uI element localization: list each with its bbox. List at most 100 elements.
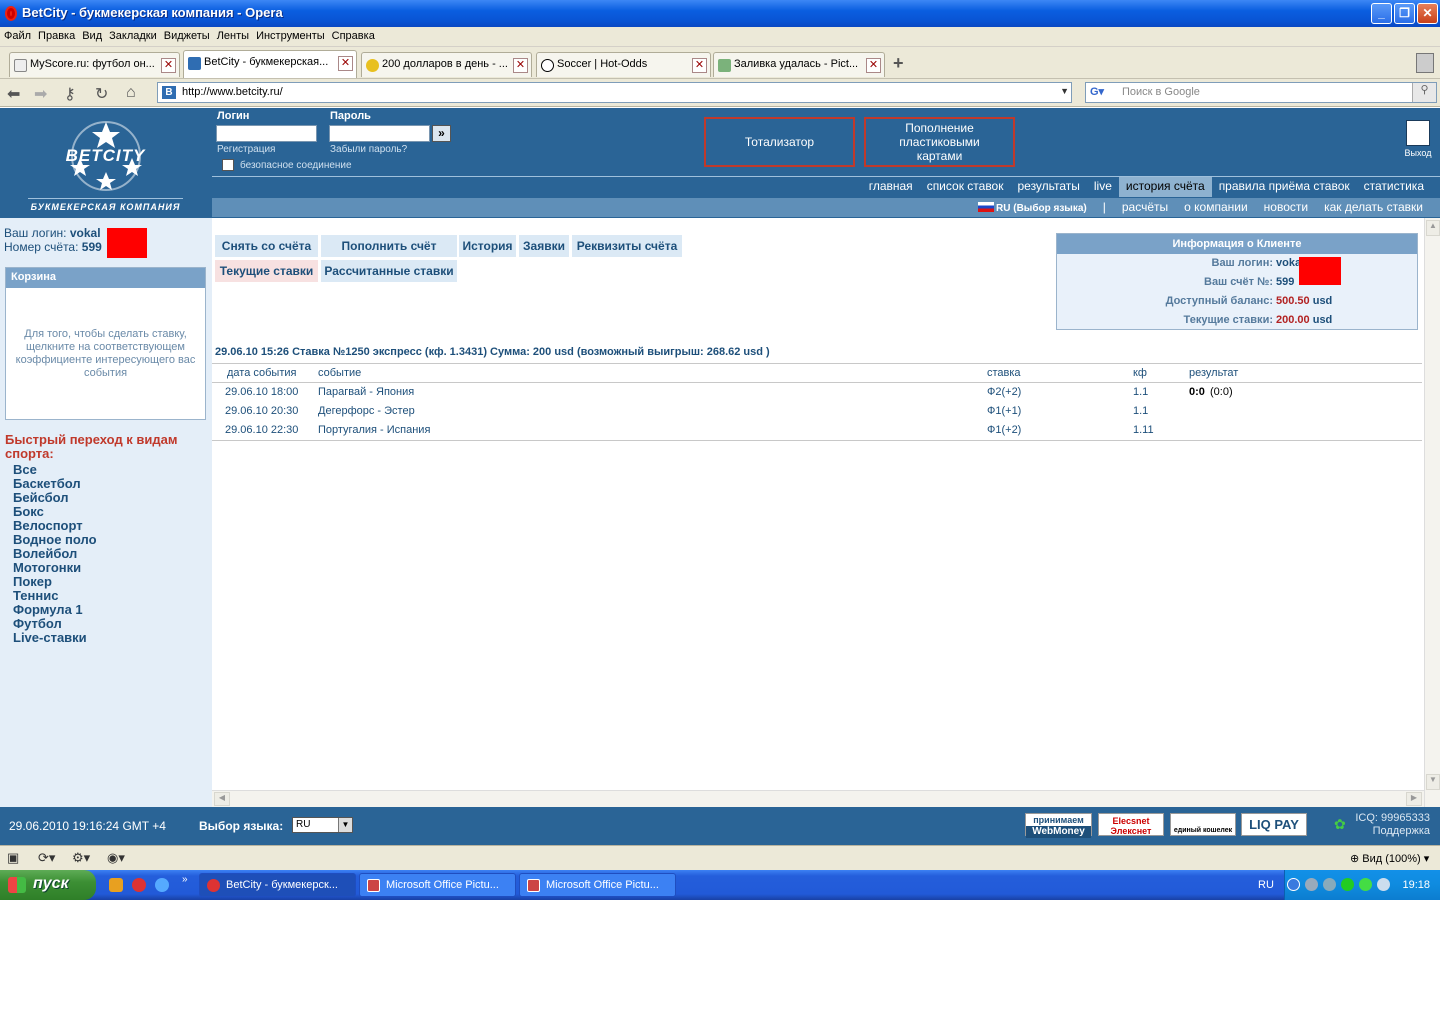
horizontal-scrollbar[interactable]: ◀ ▶ bbox=[212, 790, 1424, 807]
nav-results[interactable]: результаты bbox=[1010, 177, 1086, 197]
tab-close-icon[interactable]: ✕ bbox=[513, 58, 528, 73]
quicklaunch-more-icon[interactable]: » bbox=[182, 874, 188, 885]
withdraw-button[interactable]: Снять со счёта bbox=[215, 235, 318, 257]
input-language-indicator[interactable]: RU bbox=[1258, 879, 1274, 891]
history-button[interactable]: История bbox=[459, 235, 516, 257]
search-input[interactable]: G▾ Поиск в Google ⚲ bbox=[1085, 82, 1437, 103]
tab-close-icon[interactable]: ✕ bbox=[866, 58, 881, 73]
close-button[interactable]: ✕ bbox=[1417, 3, 1438, 24]
maximize-button[interactable]: ❐ bbox=[1394, 3, 1415, 24]
secure-connection-checkbox[interactable] bbox=[222, 159, 234, 171]
url-dropdown-icon[interactable]: ▼ bbox=[1060, 86, 1069, 96]
menu-tools[interactable]: Инструменты bbox=[252, 27, 328, 42]
sport-link-poker[interactable]: Покер bbox=[13, 575, 97, 589]
sport-link-cycling[interactable]: Велоспорт bbox=[13, 519, 97, 533]
back-icon[interactable]: ⬅ bbox=[7, 84, 20, 104]
google-icon[interactable]: G▾ bbox=[1090, 85, 1104, 99]
panel-toggle-icon[interactable]: ▣ bbox=[7, 850, 19, 866]
sport-link-live[interactable]: Live-ставки bbox=[13, 631, 97, 645]
elecsnet-badge[interactable]: Elecsnet Элекснет bbox=[1098, 813, 1164, 836]
tray-icq-icon[interactable] bbox=[1341, 878, 1354, 891]
zoom-level[interactable]: ⊕ Вид (100%) ▾ bbox=[1350, 852, 1429, 865]
footer-language-select[interactable]: RU ▼ bbox=[292, 817, 353, 833]
requisites-button[interactable]: Реквизиты счёта bbox=[572, 235, 682, 257]
totalizator-button[interactable]: Тотализатор bbox=[704, 117, 855, 167]
betcity-logo[interactable]: BETCITY БУКМЕКЕРСКАЯ КОМПАНИЯ bbox=[28, 114, 183, 214]
quicklaunch-icon[interactable] bbox=[109, 878, 123, 892]
ie-quicklaunch-icon[interactable] bbox=[155, 878, 169, 892]
tray-expand-icon[interactable] bbox=[1287, 878, 1300, 891]
settled-bets-button[interactable]: Рассчитанные ставки bbox=[321, 260, 457, 282]
tab-close-icon[interactable]: ✕ bbox=[161, 58, 176, 73]
current-bets-button[interactable]: Текущие ставки bbox=[215, 260, 318, 282]
nav-live[interactable]: live bbox=[1087, 177, 1119, 197]
sport-link-volleyball[interactable]: Волейбол bbox=[13, 547, 97, 561]
tab-close-icon[interactable]: ✕ bbox=[338, 56, 353, 71]
vertical-scrollbar[interactable]: ▲ ▼ bbox=[1424, 218, 1440, 807]
taskbar-item-office-1[interactable]: Microsoft Office Pictu... bbox=[359, 873, 516, 897]
deposit-button[interactable]: Пополнить счёт bbox=[321, 235, 457, 257]
nav-home[interactable]: главная bbox=[862, 177, 920, 197]
reload-icon[interactable]: ↻ bbox=[95, 84, 108, 104]
sport-link-baseball[interactable]: Бейсбол bbox=[13, 491, 97, 505]
unite-icon[interactable]: ⚙▾ bbox=[72, 850, 90, 866]
sport-link-formula1[interactable]: Формула 1 bbox=[13, 603, 97, 617]
login-input[interactable] bbox=[216, 125, 317, 142]
sport-link-basketball[interactable]: Баскетбол bbox=[13, 477, 97, 491]
language-selector[interactable]: RU (Выбор языка) bbox=[970, 200, 1095, 214]
tray-check-icon[interactable] bbox=[1359, 878, 1372, 891]
url-input[interactable]: B http://www.betcity.ru/ ▼ bbox=[157, 82, 1072, 103]
icq-support[interactable]: ✿ ICQ: 99965333 Поддержка bbox=[1334, 812, 1430, 838]
nav-bet-list[interactable]: список ставок bbox=[920, 177, 1011, 197]
liqpay-badge[interactable]: LIQ PAY bbox=[1241, 813, 1307, 836]
nav-statistics[interactable]: статистика bbox=[1357, 177, 1431, 197]
tray-network-icon[interactable] bbox=[1305, 878, 1318, 891]
nav-settlements[interactable]: расчёты bbox=[1114, 198, 1176, 214]
tray-agent-icon[interactable] bbox=[1377, 878, 1390, 891]
minimize-button[interactable]: _ bbox=[1371, 3, 1392, 24]
nav-how-to-bet[interactable]: как делать ставки bbox=[1316, 198, 1431, 214]
wallet-badge[interactable]: единый кошелек bbox=[1170, 813, 1236, 836]
password-input[interactable] bbox=[329, 125, 430, 142]
tab-hot-odds[interactable]: Soccer | Hot-Odds ✕ bbox=[536, 52, 711, 77]
menu-edit[interactable]: Правка bbox=[34, 27, 78, 42]
sport-link-football[interactable]: Футбол bbox=[13, 617, 97, 631]
start-button[interactable]: пуск bbox=[0, 870, 96, 900]
menu-widgets[interactable]: Виджеты bbox=[160, 27, 213, 42]
search-icon[interactable]: ⚲ bbox=[1412, 83, 1436, 102]
forgot-password-link[interactable]: Забыли пароль? bbox=[330, 144, 407, 155]
sport-link-boxing[interactable]: Бокс bbox=[13, 505, 97, 519]
nav-account-history[interactable]: история счёта bbox=[1118, 177, 1212, 197]
scroll-left-icon[interactable]: ◀ bbox=[214, 792, 230, 806]
nav-about[interactable]: о компании bbox=[1176, 198, 1256, 214]
nav-rules[interactable]: правила приёма ставок bbox=[1212, 177, 1357, 197]
wand-key-icon[interactable]: ⚷ bbox=[64, 84, 76, 104]
scroll-down-icon[interactable]: ▼ bbox=[1426, 774, 1440, 790]
nav-news[interactable]: новости bbox=[1256, 198, 1316, 214]
taskbar-item-betcity[interactable]: BetCity - букмекерск... bbox=[199, 873, 356, 897]
opera-quicklaunch-icon[interactable] bbox=[132, 878, 146, 892]
exit-button[interactable]: Выход bbox=[1403, 120, 1433, 158]
login-submit-button[interactable]: » bbox=[432, 125, 451, 142]
home-icon[interactable]: ⌂ bbox=[126, 84, 136, 102]
tab-myscore[interactable]: MyScore.ru: футбол он... ✕ bbox=[9, 52, 180, 77]
scroll-up-icon[interactable]: ▲ bbox=[1426, 220, 1440, 236]
turbo-icon[interactable]: ◉▾ bbox=[107, 850, 125, 866]
taskbar-item-office-2[interactable]: Microsoft Office Pictu... bbox=[519, 873, 676, 897]
requests-button[interactable]: Заявки bbox=[519, 235, 569, 257]
menu-help[interactable]: Справка bbox=[328, 27, 378, 42]
sport-link-tennis[interactable]: Теннис bbox=[13, 589, 97, 603]
tab-upload[interactable]: Заливка удалась - Pict... ✕ bbox=[713, 52, 885, 77]
scroll-right-icon[interactable]: ▶ bbox=[1406, 792, 1422, 806]
menu-view[interactable]: Вид bbox=[78, 27, 105, 42]
topup-cards-button[interactable]: Пополнение пластиковыми картами bbox=[864, 117, 1015, 167]
new-tab-icon[interactable]: + bbox=[893, 53, 904, 74]
forward-icon[interactable]: ➡ bbox=[34, 84, 47, 104]
tray-monitor-icon[interactable] bbox=[1323, 878, 1336, 891]
sport-link-all[interactable]: Все bbox=[13, 463, 97, 477]
webmoney-badge[interactable]: принимаем WebMoney bbox=[1025, 813, 1092, 838]
menu-bookmarks[interactable]: Закладки bbox=[105, 27, 160, 42]
tab-200-dollars[interactable]: 200 долларов в день - ... ✕ bbox=[361, 52, 532, 77]
menu-feeds[interactable]: Ленты bbox=[213, 27, 252, 42]
register-link[interactable]: Регистрация bbox=[217, 144, 275, 155]
